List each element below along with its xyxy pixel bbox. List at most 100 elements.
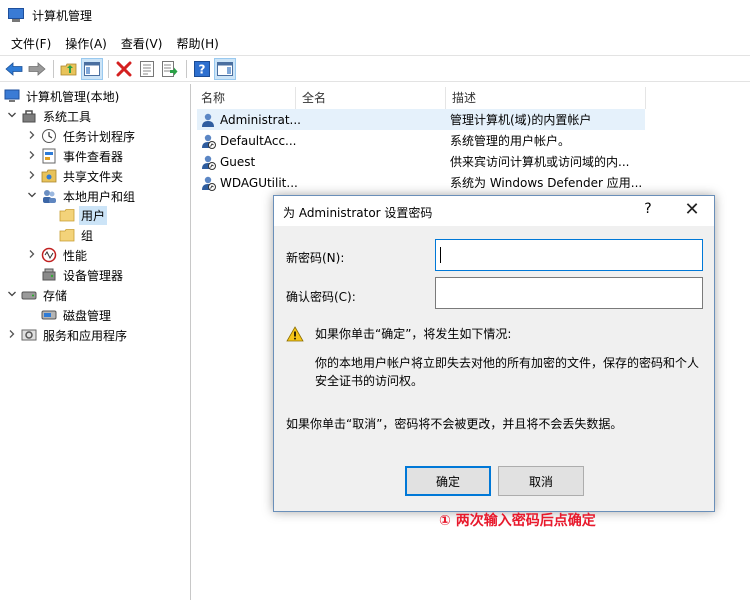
set-password-dialog: 为 Administrator 设置密码 ? ✕ 新密码(N): 确认密码(C)…	[273, 195, 715, 512]
help-icon: ?	[194, 60, 210, 77]
up-folder-icon	[60, 63, 77, 75]
forward-arrow-icon	[28, 61, 46, 76]
menu-help[interactable]: 帮助(H)	[169, 35, 225, 52]
warning-line-1: 你的本地用户帐户将立即失去对他的所有加密的文件，保存的密码和个人	[315, 356, 700, 370]
menu-file[interactable]: 文件(F)	[4, 35, 58, 52]
tree-item-services-apps[interactable]: 服务和应用程序	[6, 325, 129, 345]
device-manager-icon	[41, 267, 57, 283]
tree-label: 服务和应用程序	[43, 328, 128, 343]
window-title: 计算机管理	[32, 8, 93, 23]
tree-label: 计算机管理(本地)	[26, 89, 120, 104]
tree-item-shared-folders[interactable]: 共享文件夹	[26, 166, 125, 186]
tree-label: 用户	[79, 205, 108, 225]
column-header-name[interactable]: 名称	[195, 87, 296, 109]
tree-item-performance[interactable]: 性能	[26, 245, 89, 265]
disabled-user-account-icon	[200, 154, 216, 170]
properties-button[interactable]	[136, 58, 158, 80]
tree-item-storage[interactable]: 存储	[6, 285, 69, 305]
chevron-right-icon[interactable]	[26, 170, 38, 183]
chevron-right-icon[interactable]	[26, 249, 38, 262]
tree-item-disk-management[interactable]: > 磁盘管理	[26, 305, 113, 325]
system-tools-icon	[21, 108, 37, 124]
list-cell-description: 供来宾访问计算机或访问域的内...	[450, 155, 630, 169]
tree-label: 系统工具	[43, 109, 92, 124]
chevron-right-icon[interactable]	[6, 329, 18, 342]
cancel-note: 如果你单击“取消”，密码将不会被更改，并且将不会丢失数据。	[286, 417, 623, 431]
list-cell-description: 系统为 Windows Defender 应用...	[450, 176, 643, 190]
text-caret	[440, 247, 441, 263]
list-item-administrator[interactable]: Administrat... 管理计算机(域)的内置帐户	[197, 109, 645, 130]
console-tree-icon	[84, 61, 100, 76]
ok-button[interactable]: 确定	[405, 466, 491, 496]
properties-icon	[140, 60, 154, 77]
task-scheduler-icon	[41, 128, 57, 144]
list-cell-description: 管理计算机(域)的内置帐户	[450, 113, 592, 127]
list-cell-name: DefaultAcc...	[220, 133, 297, 148]
disabled-user-account-icon	[200, 175, 216, 191]
dialog-help-button[interactable]: ?	[640, 201, 656, 217]
shared-folder-icon	[41, 168, 57, 184]
tree-label: 组	[81, 228, 94, 243]
back-button[interactable]	[3, 58, 25, 80]
tree-item-groups[interactable]: 组	[59, 225, 95, 245]
export-list-button[interactable]	[159, 58, 181, 80]
tree-item-computer-management[interactable]: 计算机管理(本地)	[4, 86, 121, 106]
column-header-fullname[interactable]: 全名	[296, 87, 446, 109]
tree-label: 设备管理器	[63, 268, 124, 283]
disk-management-icon	[41, 307, 57, 323]
dialog-title-bar: 为 Administrator 设置密码 ? ✕	[274, 196, 714, 226]
chevron-down-icon[interactable]	[6, 289, 18, 302]
tree-item-users[interactable]: 用户	[59, 205, 108, 225]
chevron-down-icon[interactable]	[26, 190, 38, 203]
menu-action[interactable]: 操作(A)	[58, 35, 114, 52]
tree-item-local-users-groups[interactable]: 本地用户和组	[26, 186, 137, 206]
computer-management-app-icon	[8, 7, 24, 23]
toolbar-separator	[53, 59, 54, 78]
services-apps-icon	[21, 327, 37, 343]
folder-icon	[59, 227, 75, 243]
delete-button[interactable]	[113, 58, 135, 80]
folder-icon	[59, 207, 75, 223]
warning-line-2: 安全证书的访问权。	[315, 374, 424, 388]
new-password-field[interactable]	[435, 239, 703, 271]
menu-view[interactable]: 查看(V)	[114, 35, 170, 52]
svg-text:?: ?	[199, 62, 206, 76]
column-header-description[interactable]: 描述	[446, 87, 646, 109]
tree-label: 本地用户和组	[63, 189, 136, 204]
tree-label: 任务计划程序	[63, 129, 136, 144]
disabled-user-account-icon	[200, 133, 216, 149]
list-item-guest[interactable]: Guest 供来宾访问计算机或访问域的内...	[197, 151, 645, 172]
tree-label: 事件查看器	[63, 149, 124, 164]
delete-x-icon	[116, 61, 132, 76]
computer-management-icon	[4, 88, 20, 104]
chevron-right-icon[interactable]	[26, 150, 38, 163]
toolbar-separator	[186, 59, 187, 78]
tree-item-device-manager[interactable]: > 设备管理器	[26, 265, 125, 285]
instruction-annotation: ① 两次输入密码后点确定	[439, 513, 596, 529]
chevron-right-icon[interactable]	[26, 130, 38, 143]
confirm-password-label: 确认密码(C):	[286, 290, 356, 304]
toolbar-separator	[108, 59, 109, 78]
performance-icon	[41, 247, 57, 263]
dialog-close-button[interactable]: ✕	[682, 199, 702, 220]
up-folder-button[interactable]	[58, 58, 80, 80]
list-cell-name: Guest	[220, 154, 256, 169]
chevron-down-icon[interactable]	[6, 110, 18, 123]
cancel-button[interactable]: 取消	[498, 466, 584, 496]
tree-item-event-viewer[interactable]: 事件查看器	[26, 146, 125, 166]
list-item-wdagutility[interactable]: WDAGUtilit... 系统为 Windows Defender 应用...	[197, 172, 645, 193]
tree-item-system-tools[interactable]: 系统工具	[6, 106, 93, 126]
tree-label: 磁盘管理	[63, 308, 112, 323]
list-item-defaultaccount[interactable]: DefaultAcc... 系统管理的用户帐户。	[197, 130, 645, 151]
tree-item-task-scheduler[interactable]: 任务计划程序	[26, 126, 137, 146]
event-viewer-icon	[41, 148, 57, 164]
user-account-icon	[200, 112, 216, 128]
console-tree: 计算机管理(本地) 系统工具 任务计划程序 事件查看器 共享文件夹 本地用户和组…	[0, 84, 191, 600]
show-hide-action-pane-button[interactable]	[214, 57, 236, 80]
confirm-password-field[interactable]	[435, 277, 703, 309]
warning-heading: 如果你单击“确定”，将发生如下情况:	[315, 327, 512, 341]
forward-button[interactable]	[26, 58, 48, 80]
help-button[interactable]: ?	[191, 58, 213, 80]
show-hide-tree-button[interactable]	[81, 57, 103, 80]
action-pane-icon	[217, 61, 233, 76]
